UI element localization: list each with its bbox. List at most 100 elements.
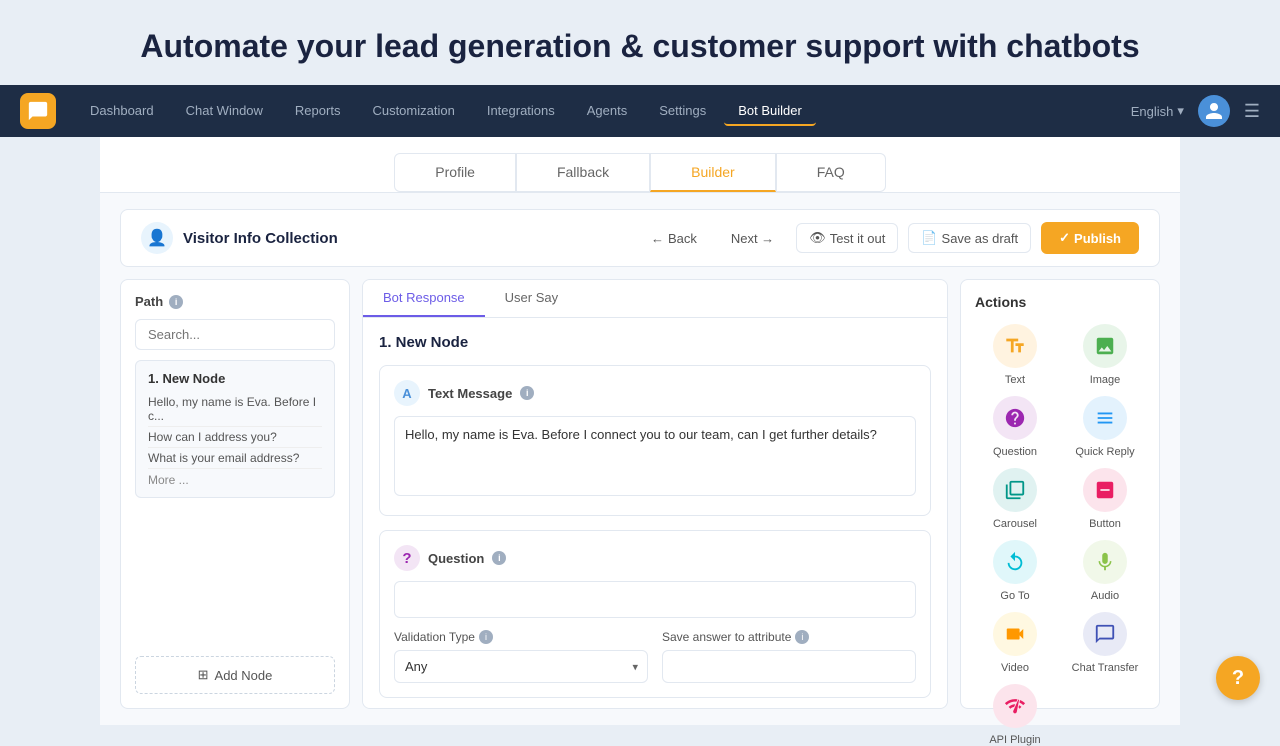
nav-integrations[interactable]: Integrations [473, 97, 569, 126]
node-content: 1. New Node A Text Message i Hello, my n… [363, 318, 947, 709]
tab-faq[interactable]: FAQ [776, 153, 886, 192]
action-audio[interactable]: Audio [1065, 540, 1145, 602]
quick-reply-action-label: Quick Reply [1075, 446, 1134, 458]
back-button[interactable]: ← Back [639, 225, 709, 252]
path-node-more[interactable]: More ... [148, 473, 322, 487]
tab-user-say[interactable]: User Say [485, 280, 578, 317]
nav-chat-window[interactable]: Chat Window [172, 97, 277, 126]
actions-panel: Actions Text Image [960, 279, 1160, 709]
carousel-action-icon [993, 468, 1037, 512]
next-button[interactable]: Next → [719, 225, 786, 252]
add-node-area: ⊞ Add Node [135, 656, 335, 694]
nav-settings[interactable]: Settings [645, 97, 720, 126]
path-node-card: 1. New Node Hello, my name is Eva. Befor… [135, 360, 335, 498]
visitor-actions: ← Back Next → 👁 Test it out 📄 Save as dr… [639, 222, 1139, 254]
nav-reports[interactable]: Reports [281, 97, 355, 126]
text-message-info-icon[interactable]: i [520, 386, 534, 400]
api-plugin-action-icon [993, 684, 1037, 728]
nav-dashboard[interactable]: Dashboard [76, 97, 168, 126]
question-action-label: Question [993, 446, 1037, 458]
avatar-icon [1204, 101, 1224, 121]
path-header: Path i [135, 294, 335, 309]
builder-area: 👤 Visitor Info Collection ← Back Next → … [100, 193, 1180, 725]
main-container: Profile Fallback Builder FAQ 👤 Visitor I… [100, 137, 1180, 725]
path-info-icon[interactable]: i [169, 295, 183, 309]
nav-agents[interactable]: Agents [573, 97, 641, 126]
path-node-item-0[interactable]: Hello, my name is Eva. Before I c... [148, 392, 322, 427]
main-tabs: Profile Fallback Builder FAQ [100, 137, 1180, 193]
image-action-icon [1083, 324, 1127, 368]
action-api-plugin[interactable]: API Plugin [975, 684, 1055, 746]
node-editor: Bot Response User Say 1. New Node A Text… [362, 279, 948, 709]
audio-action-label: Audio [1091, 590, 1119, 602]
tab-fallback[interactable]: Fallback [516, 153, 650, 192]
nav-bot-builder[interactable]: Bot Builder [724, 97, 816, 126]
action-video[interactable]: Video [975, 612, 1055, 674]
question-info-icon[interactable]: i [492, 551, 506, 565]
path-node-title: 1. New Node [148, 371, 322, 386]
hero-title: Automate your lead generation & customer… [0, 28, 1280, 65]
logo [20, 93, 56, 129]
audio-action-icon [1083, 540, 1127, 584]
action-text[interactable]: Text [975, 324, 1055, 386]
question-action-icon [993, 396, 1037, 440]
question-header: ? Question i [394, 545, 916, 571]
user-avatar[interactable] [1198, 95, 1230, 127]
save-draft-button[interactable]: 📄 Save as draft [908, 223, 1031, 253]
text-message-icon: A [394, 380, 420, 406]
video-action-icon [993, 612, 1037, 656]
question-input[interactable]: How can I address you? [394, 581, 916, 618]
path-search-input[interactable] [135, 319, 335, 350]
action-question[interactable]: Question [975, 396, 1055, 458]
action-go-to[interactable]: Go To [975, 540, 1055, 602]
logo-icon [27, 100, 49, 122]
tab-builder[interactable]: Builder [650, 153, 776, 192]
actions-header: Actions [975, 294, 1145, 310]
validation-label: Validation Type i [394, 630, 648, 644]
action-carousel[interactable]: Carousel [975, 468, 1055, 530]
publish-button[interactable]: ✓ Publish [1041, 222, 1139, 254]
text-message-block: A Text Message i Hello, my name is Eva. … [379, 365, 931, 516]
video-action-label: Video [1001, 662, 1029, 674]
save-attribute-field: Save answer to attribute i {{address}} [662, 630, 916, 683]
path-node-item-2[interactable]: What is your email address? [148, 448, 322, 469]
action-chat-transfer[interactable]: Chat Transfer [1065, 612, 1145, 674]
save-attribute-info-icon[interactable]: i [795, 630, 809, 644]
nav-customization[interactable]: Customization [358, 97, 468, 126]
question-footer: Validation Type i AnyEmailPhoneNumber Sa… [394, 630, 916, 683]
carousel-action-label: Carousel [993, 518, 1037, 530]
text-message-textarea[interactable]: Hello, my name is Eva. Before I connect … [394, 416, 916, 496]
path-node-item-1[interactable]: How can I address you? [148, 427, 322, 448]
action-image[interactable]: Image [1065, 324, 1145, 386]
action-quick-reply[interactable]: Quick Reply [1065, 396, 1145, 458]
validation-select[interactable]: AnyEmailPhoneNumber [394, 650, 648, 683]
node-tabs: Bot Response User Say [363, 280, 947, 318]
chat-transfer-action-icon [1083, 612, 1127, 656]
visitor-title: 👤 Visitor Info Collection [141, 222, 338, 254]
test-button[interactable]: 👁 Test it out [796, 223, 898, 253]
text-action-label: Text [1005, 374, 1025, 386]
hamburger-menu-icon[interactable]: ☰ [1244, 101, 1260, 122]
chat-transfer-action-label: Chat Transfer [1072, 662, 1139, 674]
quick-reply-action-icon [1083, 396, 1127, 440]
hero-section: Automate your lead generation & customer… [0, 0, 1280, 85]
button-action-label: Button [1089, 518, 1121, 530]
add-node-button[interactable]: ⊞ Add Node [135, 656, 335, 694]
go-to-action-icon [993, 540, 1037, 584]
validation-select-wrapper: AnyEmailPhoneNumber [394, 650, 648, 683]
question-block: ? Question i How can I address you? Vali… [379, 530, 931, 698]
text-action-icon [993, 324, 1037, 368]
tab-profile[interactable]: Profile [394, 153, 516, 192]
language-selector[interactable]: English ▾ [1131, 103, 1184, 119]
image-action-label: Image [1090, 374, 1121, 386]
tab-bot-response[interactable]: Bot Response [363, 280, 485, 317]
action-button[interactable]: Button [1065, 468, 1145, 530]
save-attribute-input[interactable]: {{address}} [662, 650, 916, 683]
go-to-action-label: Go To [1000, 590, 1029, 602]
validation-info-icon[interactable]: i [479, 630, 493, 644]
validation-field: Validation Type i AnyEmailPhoneNumber [394, 630, 648, 683]
nav-right: English ▾ ☰ [1131, 95, 1260, 127]
navbar: Dashboard Chat Window Reports Customizat… [0, 85, 1280, 137]
help-bubble[interactable]: ? [1216, 656, 1260, 700]
question-icon: ? [394, 545, 420, 571]
